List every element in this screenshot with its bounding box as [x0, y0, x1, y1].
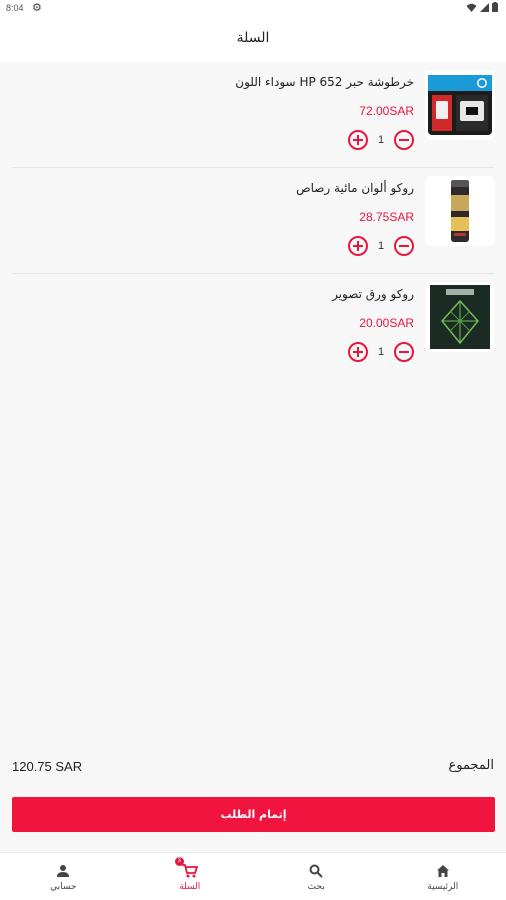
item-price: 20.00SAR: [359, 316, 414, 330]
decrease-quantity-button[interactable]: [394, 342, 414, 362]
item-name: روكو ألوان مائية رصاص: [296, 181, 414, 195]
total-label: المجموع: [448, 758, 494, 773]
nav-label-search: بحث: [307, 882, 325, 892]
nav-label-cart: السلة: [179, 882, 201, 892]
quantity-value: 1: [377, 346, 385, 358]
cart-item: روكو ورق تصوير 20.00SAR 1: [0, 274, 506, 380]
total-value: 120.75 SAR: [12, 759, 83, 774]
decrease-quantity-button[interactable]: [394, 130, 414, 150]
quantity-value: 1: [377, 134, 385, 146]
nav-label-home: الرئيسية: [427, 882, 459, 892]
status-time: 8:04: [6, 3, 24, 13]
quantity-stepper: 1: [348, 236, 414, 256]
watercolor-pencils-tube-image: [425, 176, 495, 246]
page-title: السلة: [236, 30, 270, 46]
settings-gear-icon: ⚙: [32, 1, 42, 14]
cart-item: روكو ألوان مائية رصاص 28.75SAR 1: [0, 168, 506, 274]
cart-list: خرطوشة حبر HP 652 سوداء اللون 72.00SAR 1…: [0, 62, 506, 380]
cart-count-badge: 3: [174, 857, 184, 866]
signal-icon: [480, 2, 489, 12]
decrease-quantity-button[interactable]: [394, 236, 414, 256]
cart-item: خرطوشة حبر HP 652 سوداء اللون 72.00SAR 1: [0, 62, 506, 168]
quantity-stepper: 1: [348, 342, 414, 362]
increase-quantity-button[interactable]: [348, 236, 368, 256]
status-bar: 8:04 ⚙: [0, 0, 506, 18]
home-icon: [436, 863, 450, 879]
bottom-nav: الرئيسية بحث 3 السلة حسابي: [0, 852, 506, 900]
checkout-button[interactable]: إتمام الطلب: [12, 797, 495, 832]
hp-ink-cartridge-image: [425, 70, 495, 140]
status-icons: [466, 2, 498, 12]
item-name: خرطوشة حبر HP 652 سوداء اللون: [235, 75, 414, 89]
item-name: روكو ورق تصوير: [332, 287, 414, 301]
search-icon: [309, 863, 323, 879]
quantity-stepper: 1: [348, 130, 414, 150]
item-price: 72.00SAR: [359, 104, 414, 118]
nav-label-account: حسابي: [50, 882, 77, 892]
wifi-icon: [466, 3, 477, 12]
increase-quantity-button[interactable]: [348, 342, 368, 362]
item-price: 28.75SAR: [359, 210, 414, 224]
nav-item-account[interactable]: حسابي: [0, 853, 127, 900]
battery-icon: [492, 2, 498, 12]
cart-icon: 3: [174, 857, 198, 879]
cart-total: المجموع 120.75 SAR: [12, 758, 494, 778]
nav-item-search[interactable]: بحث: [253, 853, 380, 900]
nav-item-cart[interactable]: 3 السلة: [127, 853, 254, 900]
app-header: السلة: [0, 18, 506, 62]
photo-paper-box-image: [425, 282, 495, 352]
person-icon: [56, 863, 70, 879]
quantity-value: 1: [377, 240, 385, 252]
increase-quantity-button[interactable]: [348, 130, 368, 150]
nav-item-home[interactable]: الرئيسية: [380, 853, 506, 900]
